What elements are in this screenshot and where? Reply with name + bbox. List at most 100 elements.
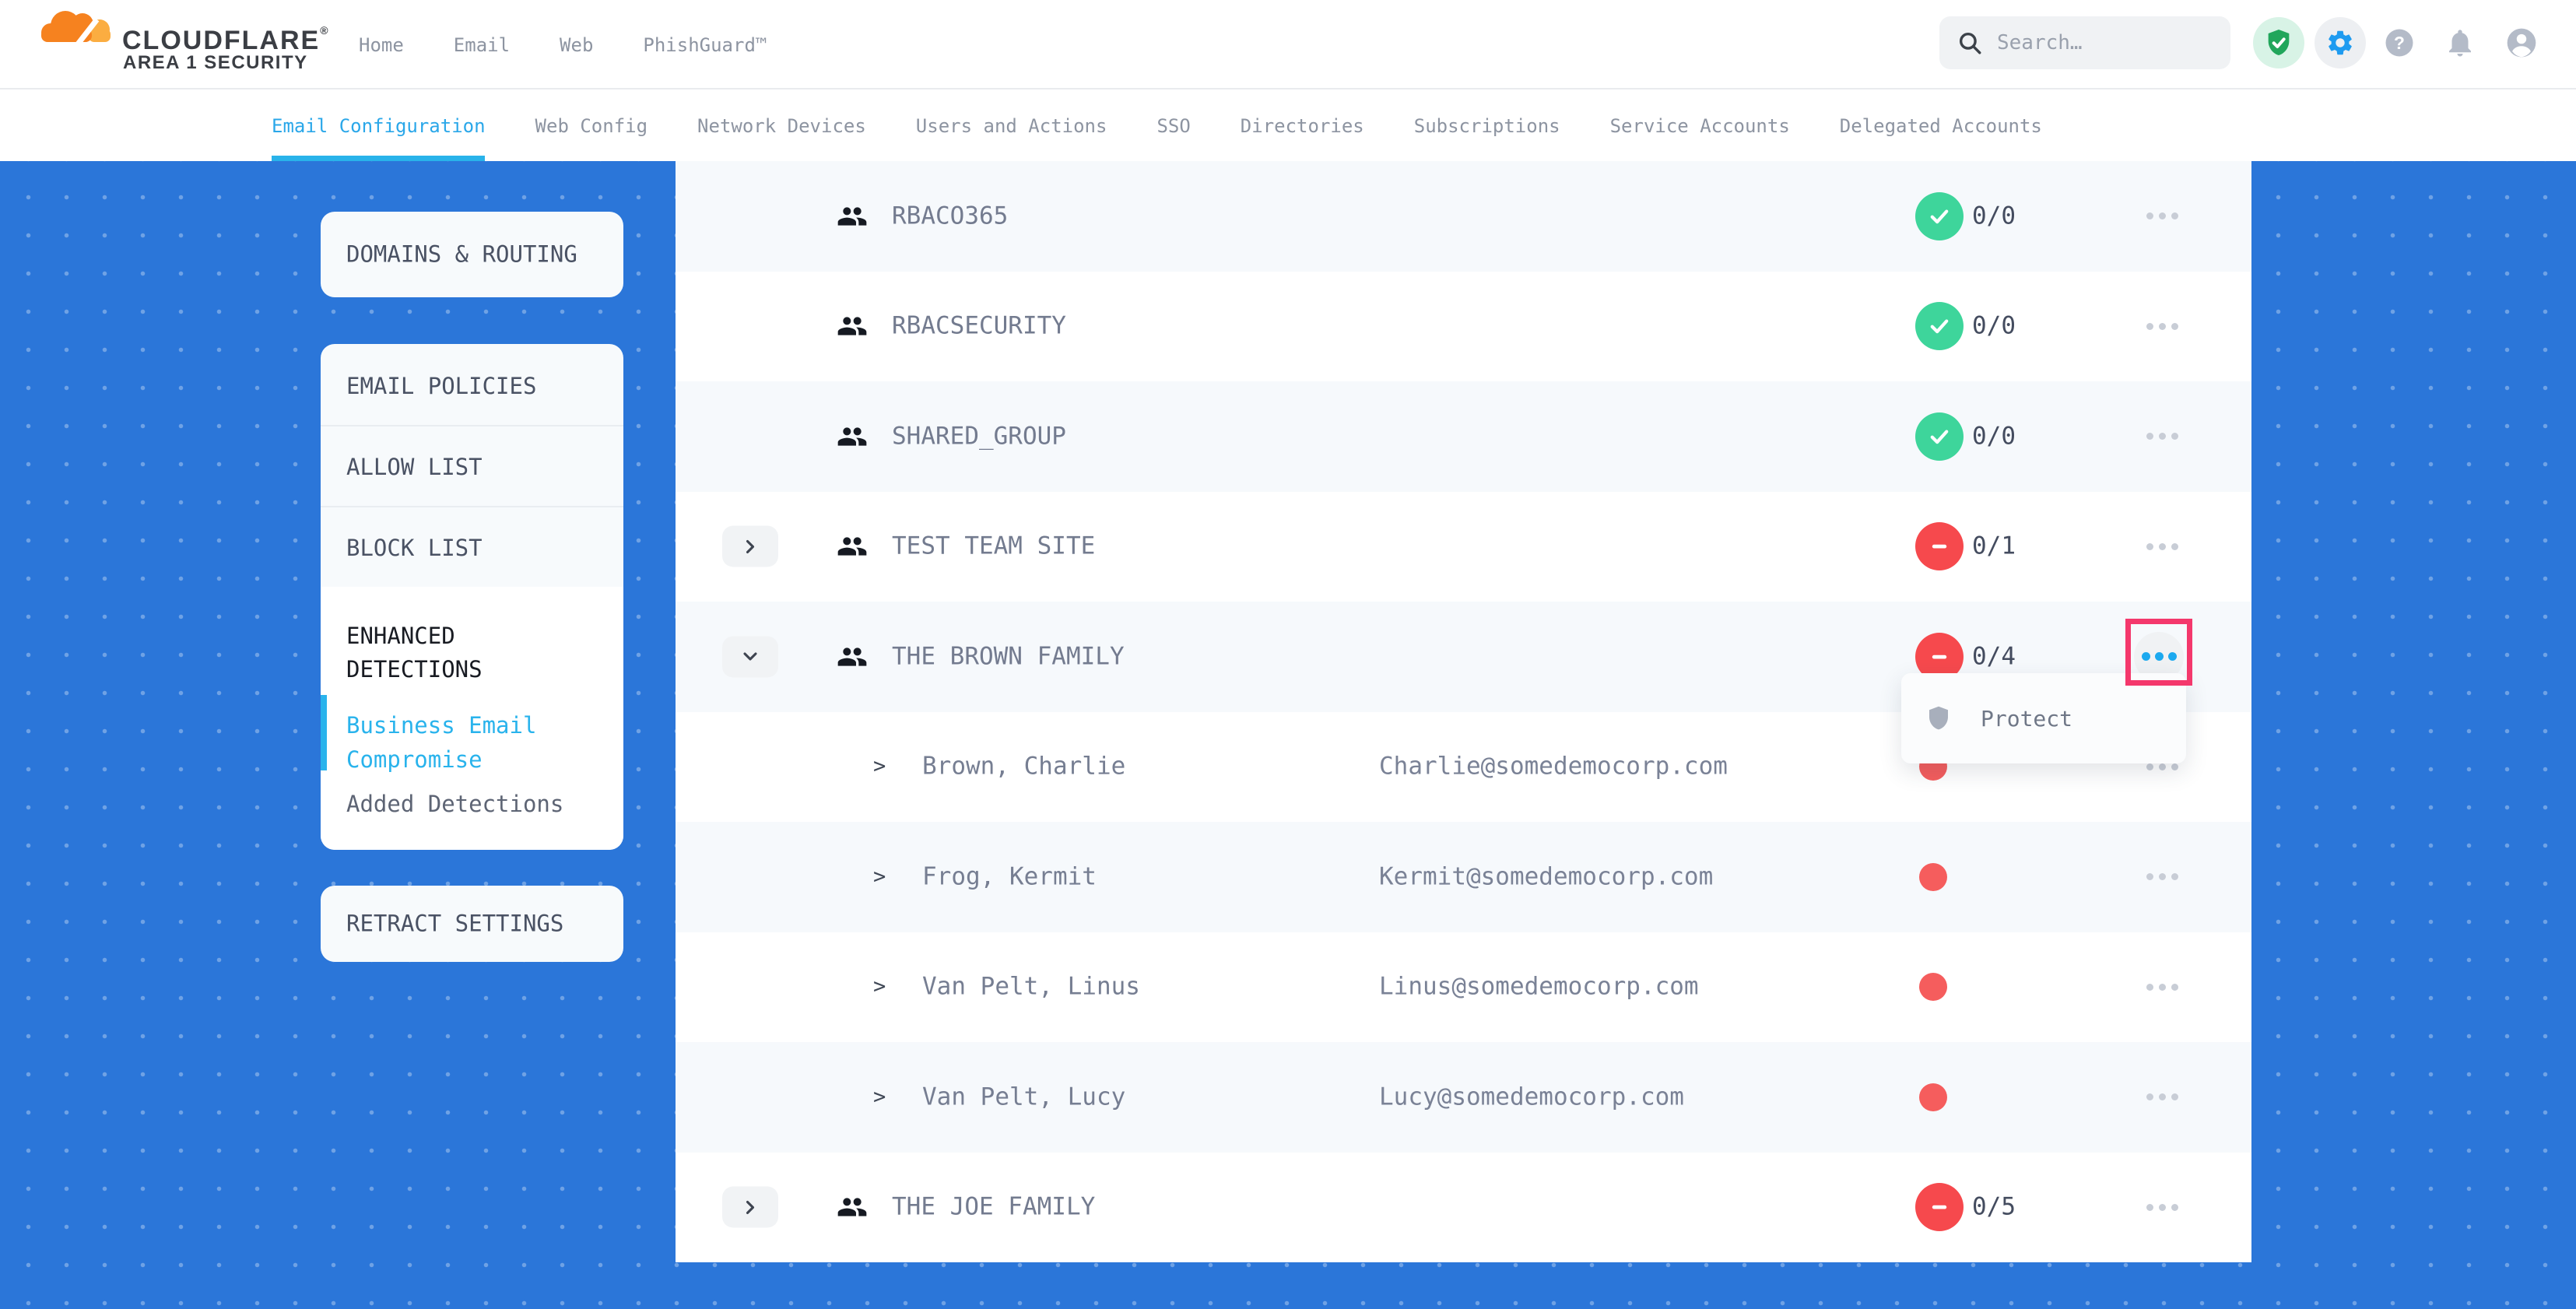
registered-mark: ® <box>320 24 328 37</box>
group-name: THE JOE FAMILY <box>892 1193 1095 1221</box>
app-header: CLOUDFLARE® AREA 1 SECURITY Home Email W… <box>0 0 2576 89</box>
svg-text:?: ? <box>2394 33 2405 53</box>
group-users-icon <box>837 1191 868 1223</box>
member-marker: > <box>873 865 886 889</box>
protection-count: 0/0 <box>1972 312 2016 340</box>
security-shield-check-icon[interactable] <box>2253 17 2304 68</box>
tab-web-config[interactable]: Web Config <box>535 115 648 137</box>
sidebar-item-domains-routing[interactable]: DOMAINS & ROUTING <box>321 212 623 297</box>
brand-subtitle: AREA 1 SECURITY <box>123 52 308 74</box>
table-row-group: RBACO365 0/0 <box>676 161 2251 272</box>
protection-count: 0/4 <box>1972 642 2016 670</box>
member-name: Frog, Kermit <box>922 862 1097 890</box>
nav-item-web[interactable]: Web <box>560 34 593 56</box>
expand-row-button[interactable] <box>722 526 778 567</box>
sidebar-item-added-detections[interactable]: Added Detections <box>346 791 603 817</box>
row-menu-button[interactable] <box>2142 526 2182 567</box>
menu-item-protect[interactable]: Protect <box>1981 706 2072 732</box>
sidebar-label: DOMAINS & ROUTING <box>346 240 577 267</box>
row-menu-button[interactable] <box>2142 306 2182 346</box>
tab-subscriptions[interactable]: Subscriptions <box>1414 115 1560 137</box>
divider <box>321 425 623 426</box>
member-name: Van Pelt, Linus <box>922 973 1140 1001</box>
search-box[interactable] <box>1939 16 2230 69</box>
row-menu-button[interactable] <box>2142 857 2182 897</box>
status-unprotected-badge <box>1915 522 1964 570</box>
member-name: Brown, Charlie <box>922 753 1125 781</box>
top-nav: Home Email Web PhishGuard™ <box>359 0 767 89</box>
sidebar-item-block-list[interactable]: BLOCK LIST <box>346 535 595 561</box>
tab-sso[interactable]: SSO <box>1156 115 1190 137</box>
group-users-icon <box>837 201 868 232</box>
groups-table: RBACO365 0/0 RBACSECURITY 0/0 SHARED_GRO… <box>676 161 2251 1262</box>
tab-network-devices[interactable]: Network Devices <box>697 115 866 137</box>
group-name: TEST TEAM SITE <box>892 532 1095 560</box>
protection-count: 0/1 <box>1972 532 2016 560</box>
table-row-member: > Van Pelt, Linus Linus@somedemocorp.com <box>676 932 2251 1043</box>
table-row-group: THE JOE FAMILY 0/5 <box>676 1153 2251 1263</box>
status-protected-badge <box>1915 302 1964 350</box>
protection-count: 0/0 <box>1972 422 2016 450</box>
search-input[interactable] <box>1997 31 2207 54</box>
sidebar-item-allow-list[interactable]: ALLOW LIST <box>346 454 595 480</box>
table-row-member: > Van Pelt, Lucy Lucy@somedemocorp.com <box>676 1042 2251 1153</box>
group-users-icon <box>837 531 868 562</box>
main-content-area: DOMAINS & ROUTING EMAIL POLICIES ALLOW L… <box>0 161 2576 1309</box>
nav-item-phishguard[interactable]: PhishGuard™ <box>643 34 767 56</box>
member-name: Van Pelt, Lucy <box>922 1083 1125 1111</box>
protection-count: 0/0 <box>1972 202 2016 230</box>
sidebar-item-enhanced-detections[interactable]: ENHANCED DETECTIONS <box>346 619 588 686</box>
sidebar-policies-card: EMAIL POLICIES ALLOW LIST BLOCK LIST ENH… <box>321 344 623 850</box>
row-menu-button[interactable] <box>2142 416 2182 457</box>
row-menu-button[interactable] <box>2142 1077 2182 1118</box>
row-menu-button[interactable] <box>2142 1187 2182 1227</box>
help-icon[interactable]: ? <box>2374 17 2425 68</box>
active-item-indicator <box>321 695 327 770</box>
member-email: Lucy@somedemocorp.com <box>1379 1083 1684 1111</box>
group-users-icon <box>837 641 868 672</box>
tab-users-and-actions[interactable]: Users and Actions <box>916 115 1107 137</box>
tab-directories[interactable]: Directories <box>1241 115 1364 137</box>
status-protected-badge <box>1915 192 1964 240</box>
status-protected-badge <box>1915 412 1964 461</box>
shield-icon <box>1925 704 1953 732</box>
status-unprotected-dot <box>1919 973 1947 1001</box>
sidebar-item-business-email-compromise[interactable]: Business Email Compromise <box>346 708 588 777</box>
active-tab-underline <box>272 156 485 161</box>
protection-count: 0/5 <box>1972 1193 2016 1221</box>
expand-row-button[interactable] <box>722 1187 778 1228</box>
nav-item-home[interactable]: Home <box>359 34 404 56</box>
group-users-icon <box>837 311 868 342</box>
member-marker: > <box>873 754 886 778</box>
group-users-icon <box>837 421 868 452</box>
account-icon[interactable] <box>2496 17 2547 68</box>
search-icon <box>1957 30 1983 56</box>
member-marker: > <box>873 974 886 998</box>
tab-service-accounts[interactable]: Service Accounts <box>1610 115 1790 137</box>
table-row-member: > Frog, Kermit Kermit@somedemocorp.com <box>676 822 2251 932</box>
divider <box>321 506 623 507</box>
collapse-row-button[interactable] <box>722 636 778 677</box>
tab-email-configuration[interactable]: Email Configuration <box>272 115 486 137</box>
member-email: Kermit@somedemocorp.com <box>1379 862 1713 890</box>
group-name: THE BROWN FAMILY <box>892 642 1125 670</box>
member-marker: > <box>873 1085 886 1109</box>
tab-delegated-accounts[interactable]: Delegated Accounts <box>1840 115 2042 137</box>
cloudflare-logo-icon <box>37 8 118 48</box>
table-row-group: TEST TEAM SITE 0/1 <box>676 492 2251 602</box>
group-name: RBACSECURITY <box>892 312 1066 340</box>
sidebar-item-retract-settings[interactable]: RETRACT SETTINGS <box>321 886 623 962</box>
sidebar-item-email-policies[interactable]: EMAIL POLICIES <box>346 373 595 399</box>
group-name: SHARED_GROUP <box>892 422 1066 450</box>
member-email: Charlie@somedemocorp.com <box>1379 753 1728 781</box>
settings-gear-icon[interactable] <box>2315 17 2366 68</box>
group-name: RBACO365 <box>892 202 1008 230</box>
member-email: Linus@somedemocorp.com <box>1379 973 1699 1001</box>
nav-item-email[interactable]: Email <box>454 34 510 56</box>
status-unprotected-dot <box>1919 1083 1947 1111</box>
status-unprotected-badge <box>1915 1183 1964 1231</box>
row-menu-button[interactable] <box>2142 196 2182 237</box>
row-menu-button[interactable] <box>2142 967 2182 1007</box>
status-unprotected-dot <box>1919 863 1947 891</box>
notifications-bell-icon[interactable] <box>2434 17 2486 68</box>
